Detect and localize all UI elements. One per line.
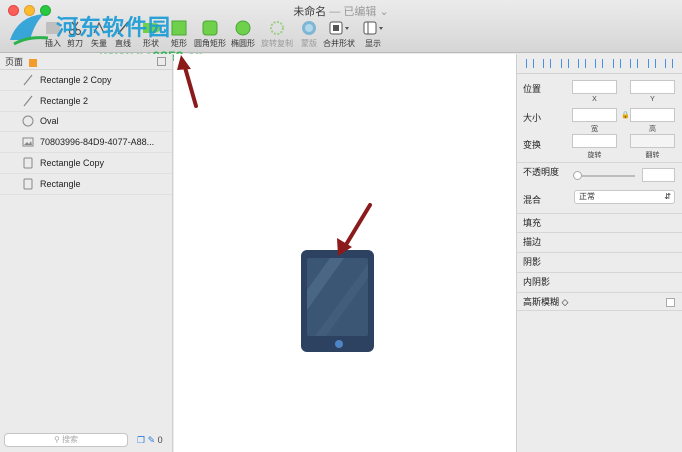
- blend-mode-select[interactable]: 正常 ⇵: [574, 190, 675, 204]
- oval-layer-icon: [22, 115, 34, 127]
- shadow-section[interactable]: 阴影: [517, 252, 682, 271]
- oval-icon: [235, 20, 251, 36]
- align-right-icon[interactable]: [560, 59, 569, 68]
- layer-item[interactable]: Rectangle Copy: [0, 153, 172, 174]
- oval-tool-button[interactable]: 椭圆形: [226, 20, 260, 49]
- height-field[interactable]: [630, 108, 675, 122]
- width-caption: 宽: [591, 126, 598, 133]
- position-x-field[interactable]: [572, 80, 617, 94]
- layer-item[interactable]: Rectangle: [0, 174, 172, 195]
- add-page-icon[interactable]: [157, 57, 166, 66]
- layer-footer-tools[interactable]: ❐ ✎ 0: [137, 435, 163, 446]
- mask-tool-button[interactable]: 蒙版: [292, 20, 326, 49]
- rotate-caption: 旋转: [587, 152, 602, 159]
- distribute-space-icon[interactable]: [665, 59, 674, 68]
- layer-search-input[interactable]: ⚲ 搜索: [4, 433, 128, 447]
- position-label: 位置: [523, 84, 542, 94]
- rectangle-layer-icon: [23, 157, 33, 169]
- view-tool-button[interactable]: 显示: [356, 20, 390, 49]
- flip-caption: 翻转: [645, 152, 660, 159]
- annotation-arrow: [337, 203, 372, 256]
- rounded-rectangle-icon: [202, 20, 218, 36]
- align-center-icon[interactable]: [543, 59, 552, 68]
- line-layer-icon: [23, 95, 33, 107]
- fill-section[interactable]: 填充: [517, 213, 682, 232]
- flip-buttons[interactable]: [630, 134, 675, 148]
- x-caption: X: [592, 96, 597, 103]
- tablet-artwork[interactable]: [301, 250, 374, 352]
- distribute-horizontal-icon[interactable]: [630, 59, 639, 68]
- search-icon: ⚲: [53, 435, 60, 444]
- copy-icon[interactable]: ❐: [137, 435, 145, 445]
- combine-shapes-tool-button[interactable]: 合并形状: [322, 20, 356, 49]
- combine-shapes-icon: [329, 21, 349, 35]
- distribute-vertical-icon[interactable]: [647, 59, 656, 68]
- position-y-field[interactable]: [630, 80, 675, 94]
- border-section[interactable]: 描边: [517, 232, 682, 251]
- watermark-text: 河东软件园: [56, 15, 172, 40]
- blend-label: 混合: [523, 195, 542, 205]
- image-layer-icon: [22, 137, 34, 147]
- layer-item[interactable]: Oval: [0, 112, 172, 133]
- size-label: 大小: [523, 113, 542, 123]
- line-layer-icon: [23, 74, 33, 86]
- inner-shadow-section[interactable]: 内阴影: [517, 272, 682, 291]
- alignment-toolbar: [517, 54, 682, 74]
- layer-item[interactable]: Rectangle 2 Copy: [0, 70, 172, 91]
- rotate-field[interactable]: [572, 134, 617, 148]
- mask-icon: [302, 21, 316, 35]
- layers-panel: 页面 Rectangle 2 Copy Rectangle 2 Oval 708…: [0, 54, 173, 452]
- opacity-slider-knob[interactable]: [573, 171, 582, 180]
- opacity-slider[interactable]: [577, 175, 635, 177]
- layer-item[interactable]: 70803996-84D9-4077-A88...: [0, 132, 172, 154]
- rounded-rectangle-tool-button[interactable]: 圆角矩形: [193, 20, 227, 49]
- toolbar-annotation-arrow: [177, 55, 198, 108]
- canvas[interactable]: [174, 54, 516, 452]
- gaussian-blur-section[interactable]: 高斯模糊 ◇: [517, 292, 682, 311]
- inspector-panel: 位置 X Y 大小 🔒 宽 高 变换 旋转 翻转 不透明度 混合 正常 ⇵ 填充…: [516, 54, 682, 452]
- rectangle-layer-icon: [23, 178, 33, 190]
- align-bottom-icon[interactable]: [612, 59, 621, 68]
- canvas-artwork: [301, 203, 374, 352]
- blur-checkbox[interactable]: [666, 298, 675, 307]
- opacity-field[interactable]: [642, 168, 675, 182]
- align-left-icon[interactable]: [525, 59, 534, 68]
- layer-item[interactable]: Rectangle 2: [0, 91, 172, 112]
- select-chevron-icon: ⇵: [664, 192, 671, 201]
- transform-label: 变换: [523, 140, 542, 150]
- width-field[interactable]: [572, 108, 617, 122]
- edit-icon[interactable]: ✎: [148, 435, 156, 445]
- rotate-copy-tool-button[interactable]: 旋转复制: [260, 20, 294, 49]
- height-caption: 高: [649, 126, 656, 133]
- rotate-copy-icon: [270, 21, 284, 35]
- align-middle-icon[interactable]: [595, 59, 604, 68]
- pages-toggle-icon[interactable]: [28, 58, 37, 67]
- watermark-logo: [10, 14, 49, 46]
- pages-header[interactable]: 页面: [0, 54, 172, 70]
- view-icon: [363, 21, 383, 35]
- lock-icon[interactable]: 🔒: [621, 111, 630, 119]
- align-top-icon[interactable]: [578, 59, 587, 68]
- rectangle-icon: [171, 20, 187, 36]
- y-caption: Y: [650, 96, 655, 103]
